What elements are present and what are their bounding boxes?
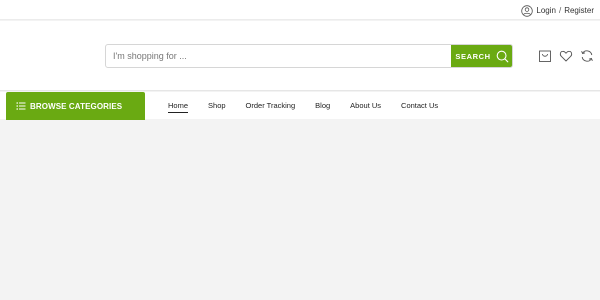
nav-item-home[interactable]: Home <box>168 99 189 113</box>
search-input[interactable] <box>106 45 451 67</box>
nav-item-about-us[interactable]: About Us <box>350 99 381 112</box>
login-link[interactable]: Login <box>536 6 556 15</box>
search-button-label: SEARCH <box>455 51 491 61</box>
main-menu: Home Shop Order Tracking Blog About Us C… <box>168 92 458 119</box>
cart-icon[interactable] <box>538 49 552 63</box>
main-content-area <box>0 120 600 300</box>
register-link[interactable]: Register <box>564 6 594 15</box>
browse-categories-button[interactable]: BROWSE CATEGORIES <box>6 92 145 120</box>
browse-categories-label: BROWSE CATEGORIES <box>30 101 123 111</box>
main-nav-bar: BROWSE CATEGORIES Home Shop Order Tracki… <box>0 92 600 120</box>
nav-item-order-tracking[interactable]: Order Tracking <box>246 99 296 112</box>
compare-icon[interactable] <box>580 49 594 63</box>
top-bar: Login / Register <box>0 0 600 20</box>
list-icon <box>16 101 26 111</box>
search-bar: SEARCH <box>105 44 513 68</box>
nav-item-contact-us[interactable]: Contact Us <box>401 99 438 112</box>
nav-item-blog[interactable]: Blog <box>315 99 330 112</box>
header: SEARCH <box>0 21 600 91</box>
search-icon <box>496 50 509 63</box>
nav-item-shop[interactable]: Shop <box>208 99 226 112</box>
account-links: Login / Register <box>521 3 594 18</box>
heart-icon[interactable] <box>559 49 573 63</box>
search-button[interactable]: SEARCH <box>451 45 512 67</box>
login-register-separator: / <box>558 6 562 15</box>
user-icon[interactable] <box>521 4 534 17</box>
